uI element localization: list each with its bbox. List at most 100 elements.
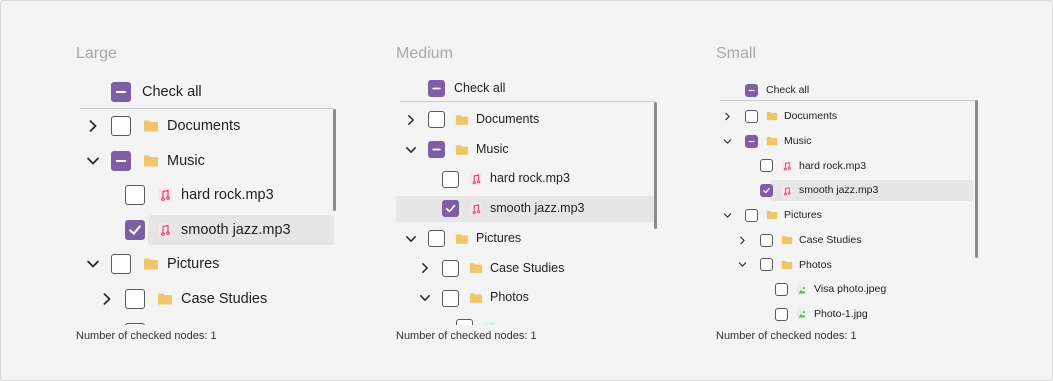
tree-node-label: smooth jazz.mp3 [490,201,585,216]
tree-node-pictures[interactable]: Pictures [76,247,334,282]
checkbox-indeterminate[interactable] [111,150,131,171]
chevron-down-icon[interactable] [723,211,732,220]
tree-node-case-studies[interactable]: Case Studies [396,254,655,284]
checkbox[interactable] [760,233,773,247]
checkbox[interactable] [775,307,788,321]
tree-node-label: Music [476,141,509,156]
folder-icon [143,118,159,134]
chevron-right-icon[interactable] [723,112,732,121]
chevron-down-icon[interactable] [86,154,100,168]
checkbox-indeterminate[interactable] [745,83,758,97]
tree-node-hard-rock-mp3[interactable]: hard rock.mp3 [396,164,655,194]
checked-count-status: Number of checked nodes: 1 [396,330,537,342]
chevron-down-icon[interactable] [419,292,431,304]
tree-node-documents[interactable]: Documents [716,104,976,129]
checkbox[interactable] [111,116,131,137]
checkbox-checked[interactable] [442,200,459,218]
tree-node-pictures[interactable]: Pictures [716,203,976,228]
tree-node-documents[interactable]: Documents [396,105,655,135]
image-file-icon [796,308,808,320]
tree-node-label: Pictures [167,256,220,272]
checked-count-status: Number of checked nodes: 1 [76,330,217,342]
checkbox[interactable] [456,319,473,325]
tree-node-photos[interactable]: Photos [716,253,976,278]
tree-node-music[interactable]: Music [716,129,976,154]
folder-icon [143,153,159,169]
chevron-down-icon[interactable] [738,260,747,269]
header-divider [720,100,976,101]
checkbox-indeterminate[interactable] [111,82,131,103]
image-file-icon [796,284,808,296]
chevron-down-icon[interactable] [723,137,732,146]
panel-title: Medium [396,45,453,62]
tree-node-case-studies[interactable]: Case Studies [76,282,334,317]
tree-viewport[interactable]: Documents Music hard rock.mp3 smooth jazz.m… [76,109,334,325]
tree-node-photo-1-jpg[interactable]: Photo-1.jpg [716,302,976,326]
folder-icon [455,143,469,157]
chevron-down-icon[interactable] [405,144,417,156]
tree-scrollbar[interactable] [975,100,978,258]
tree-node-smooth-jazz-mp3[interactable]: smooth jazz.mp3 [396,194,655,224]
music-file-icon [157,187,173,203]
tree-node-partial[interactable] [76,316,334,325]
tree-node-label: Pictures [784,209,822,221]
tree-node-smooth-jazz-mp3[interactable]: smooth jazz.mp3 [716,178,976,203]
tree-node-case-studies[interactable]: Case Studies [716,228,976,253]
checkbox-checked[interactable] [760,184,773,198]
tree-viewport[interactable]: Documents Music hard rock.mp3 smooth jazz.m… [716,104,976,326]
checkbox[interactable] [442,289,459,307]
treeview-medium-panel: Medium Check all Documents Music hard rock… [396,0,666,381]
checkbox[interactable] [125,185,145,206]
tree-node-label: Documents [476,112,540,126]
chevron-right-icon[interactable] [100,292,114,306]
checkbox[interactable] [428,230,445,248]
folder-icon [157,291,173,307]
checkbox[interactable] [775,283,788,297]
tree-node-label: Photos [799,258,832,271]
checkbox[interactable] [745,208,758,222]
panel-title: Large [76,45,117,62]
music-file-icon [469,172,483,186]
folder-icon [455,113,469,127]
tree-node-label: Documents [167,118,241,134]
tree-node-music[interactable]: Music [396,135,655,165]
checked-count-status: Number of checked nodes: 1 [716,330,857,342]
checkbox[interactable] [745,109,758,123]
checkbox[interactable] [125,288,145,309]
tree-node-partial[interactable] [396,313,655,325]
tree-node-documents[interactable]: Documents [76,109,334,144]
tree-node-hard-rock-mp3[interactable]: hard rock.mp3 [76,178,334,213]
tree-viewport[interactable]: Documents Music hard rock.mp3 smooth jazz.m… [396,105,655,325]
tree-scrollbar[interactable] [654,102,657,229]
checkbox-checked[interactable] [125,219,145,240]
tree-node-visa-photo-jpeg[interactable]: Visa photo.jpeg [716,277,976,302]
check-all-row[interactable]: Check all [396,74,655,104]
chevron-down-icon[interactable] [86,257,100,271]
checkbox[interactable] [428,111,445,129]
tree-node-hard-rock-mp3[interactable]: hard rock.mp3 [716,154,976,179]
checkbox[interactable] [760,159,773,173]
chevron-right-icon[interactable] [86,119,100,133]
chevron-down-icon[interactable] [405,233,417,245]
tree-node-pictures[interactable]: Pictures [396,224,655,254]
image-file-icon [483,321,497,325]
checkbox-indeterminate[interactable] [428,80,445,98]
tree-node-label: Photos [490,290,529,305]
tree-node-photos[interactable]: Photos [396,283,655,313]
folder-icon [766,135,778,147]
tree-scrollbar[interactable] [333,109,336,211]
checkbox[interactable] [125,323,145,325]
checkbox[interactable] [442,170,459,188]
chevron-right-icon[interactable] [419,262,431,274]
tree-node-smooth-jazz-mp3[interactable]: smooth jazz.mp3 [76,213,334,248]
checkbox[interactable] [111,254,131,275]
folder-icon [781,234,793,246]
chevron-right-icon[interactable] [738,236,747,245]
tree-node-music[interactable]: Music [76,144,334,179]
checkbox[interactable] [442,259,459,277]
checkbox-indeterminate[interactable] [745,134,758,148]
checkbox[interactable] [760,258,773,272]
check-all-row[interactable]: Check all [76,75,334,110]
chevron-right-icon[interactable] [405,114,417,126]
checkbox-indeterminate[interactable] [428,141,445,159]
